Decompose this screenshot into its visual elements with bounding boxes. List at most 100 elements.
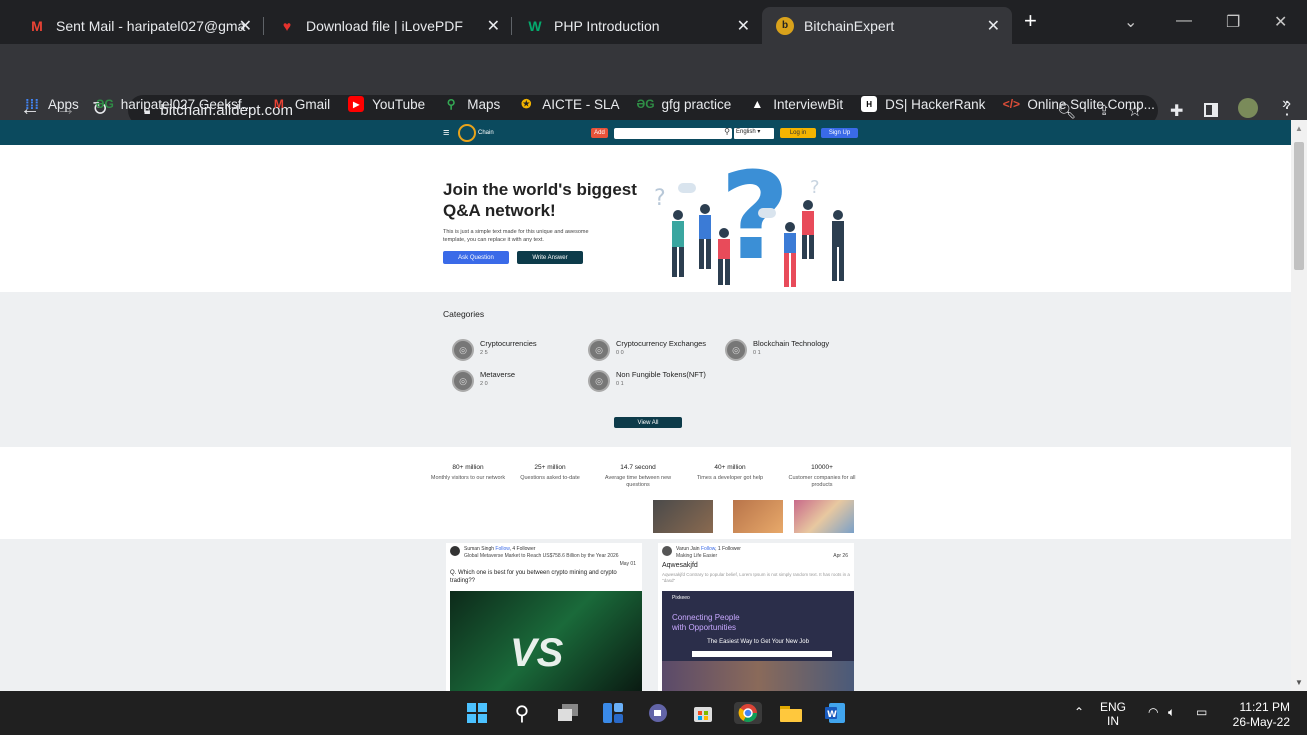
category-item[interactable]: ◎ Non Fungible Tokens(NFT) 0 1: [588, 370, 706, 392]
image-brand: Pixkeeo: [672, 595, 690, 601]
stat-item: 14.7 second Average time between new ques…: [604, 464, 672, 489]
bitchain-icon: b: [776, 16, 794, 35]
language-label: English: [736, 129, 756, 135]
widgets-icon[interactable]: [602, 702, 624, 724]
stat-item: 25+ million Questions asked to-date: [520, 464, 580, 481]
file-explorer-icon[interactable]: [780, 702, 802, 724]
bookmark-youtube[interactable]: ▶ YouTube: [348, 96, 425, 112]
tab-ilovepdf[interactable]: ♥ Download file | iLovePDF ✕: [264, 7, 512, 44]
tab-bitchain[interactable]: b BitchainExpert ✕: [762, 7, 1012, 44]
view-all-button[interactable]: View All: [614, 417, 682, 428]
post-image[interactable]: Pixkeeo Connecting People with Opportunit…: [662, 591, 854, 691]
tab-search-icon[interactable]: ⌄: [1124, 12, 1137, 32]
bookmarks-bar: ⁞⁞⁞ Apps ƏG haripatel027 Geeksf... M Gmail …: [0, 88, 1307, 120]
versus-graphic: VS: [510, 631, 564, 675]
search-input[interactable]: ⚲: [614, 127, 732, 139]
scrollbar-thumb[interactable]: [1294, 142, 1304, 270]
tab-php[interactable]: W PHP Introduction ✕: [512, 7, 762, 44]
category-item[interactable]: ◎ Blockchain Technology 0 1: [725, 339, 829, 361]
bookmark-maps[interactable]: ⚲ Maps: [443, 96, 500, 112]
browser-chrome: M Sent Mail - haripatel027@gma ✕ ♥ Downl…: [0, 0, 1307, 126]
post-date: Apr 26: [833, 553, 848, 559]
svg-text:?: ?: [720, 153, 790, 287]
post-card[interactable]: Suman Singh Follow, 4 Follower Global Me…: [446, 543, 642, 691]
store-icon[interactable]: [692, 702, 714, 724]
windows-start-icon[interactable]: [466, 702, 488, 724]
login-button[interactable]: Log in: [780, 128, 816, 138]
site-logo[interactable]: Chain: [458, 124, 494, 142]
scroll-down-icon[interactable]: ▼: [1295, 678, 1303, 687]
search-icon[interactable]: ⚲: [724, 127, 730, 136]
tab-title: PHP Introduction: [554, 17, 660, 34]
teams-chat-icon[interactable]: [647, 702, 669, 724]
logo-icon: [458, 124, 476, 142]
language-select[interactable]: English ▾: [734, 128, 774, 139]
task-view-icon[interactable]: [557, 702, 579, 724]
more-bookmarks-icon[interactable]: »: [1282, 95, 1291, 113]
window-close-icon[interactable]: ✕: [1274, 12, 1287, 32]
category-icon: ◎: [725, 339, 747, 361]
hero-illustration: ? ? ?: [654, 153, 844, 287]
promo-image[interactable]: [653, 500, 713, 533]
tray-overflow-icon[interactable]: ⌃: [1074, 705, 1084, 719]
chrome-icon[interactable]: [734, 702, 762, 724]
post-date: May 01: [619, 561, 636, 567]
bookmark-gfg[interactable]: ƏG gfg practice: [636, 96, 731, 112]
close-icon[interactable]: ✕: [239, 16, 252, 36]
ilovepdf-icon: ♥: [282, 17, 292, 34]
bookmark-label: Gmail: [294, 96, 331, 112]
close-icon[interactable]: ✕: [487, 16, 500, 36]
signup-button[interactable]: Sign Up: [821, 128, 858, 138]
scroll-up-icon[interactable]: ▲: [1295, 124, 1303, 133]
bookmark-gmail[interactable]: M Gmail: [271, 96, 330, 112]
close-icon[interactable]: ✕: [737, 16, 750, 36]
maps-icon: ⚲: [446, 97, 456, 111]
post-author-line: Varun Jain Follow, 1 Follower: [676, 546, 741, 552]
write-answer-button[interactable]: Write Answer: [517, 251, 583, 264]
category-item[interactable]: ◎ Cryptocurrencies 2 5: [452, 339, 537, 361]
ask-question-button[interactable]: Ask Question: [443, 251, 509, 264]
hamburger-icon[interactable]: ≡: [443, 127, 449, 139]
bookmark-sqlite[interactable]: </> Online Sqlite Comp...: [1003, 96, 1155, 112]
bookmark-geeks[interactable]: ƏG haripatel027 Geeksf...: [96, 96, 253, 112]
bookmark-interviewbit[interactable]: ▲ InterviewBit: [749, 96, 843, 112]
tab-title: Sent Mail - haripatel027@gma: [56, 17, 246, 34]
close-icon[interactable]: ✕: [987, 16, 1000, 36]
stat-item: 40+ million Times a developer got help: [696, 464, 764, 481]
tab-gmail[interactable]: M Sent Mail - haripatel027@gma ✕: [14, 7, 264, 44]
web-page: ≡ Chain Add ⚲ English ▾ Log in Sign Up J…: [0, 120, 1291, 691]
code-icon: </>: [1002, 97, 1021, 111]
promo-image[interactable]: [794, 500, 854, 533]
clock[interactable]: 11:21 PM 26-May-22: [1224, 700, 1290, 730]
word-icon[interactable]: W: [824, 702, 846, 724]
category-item[interactable]: ◎ Cryptocurrency Exchanges 0 0: [588, 339, 706, 361]
stat-item: 80+ million Monthly visitors to our netwo…: [430, 464, 506, 481]
bookmark-hackerrank[interactable]: H DS| HackerRank: [861, 96, 985, 112]
minimize-icon[interactable]: —: [1176, 12, 1192, 30]
battery-icon[interactable]: ▭: [1196, 705, 1207, 719]
post-author-line: Suman Singh Follow, 4 Follower: [464, 546, 536, 552]
promo-image[interactable]: [733, 500, 783, 533]
post-card[interactable]: Varun Jain Follow, 1 Follower Making Lif…: [658, 543, 854, 691]
search-icon[interactable]: ⚲: [511, 702, 533, 725]
image-search-bar: [692, 651, 832, 657]
image-photo-strip: [662, 661, 854, 691]
image-headline: Connecting People with Opportunities: [672, 613, 740, 632]
post-subtitle: Global Metaverse Market to Reach US$758.…: [464, 553, 619, 559]
volume-icon[interactable]: 🔈︎: [1168, 705, 1175, 720]
follow-link[interactable]: Follow: [495, 546, 509, 552]
post-question[interactable]: Aqwesakjfd: [662, 562, 698, 569]
add-button[interactable]: Add: [591, 128, 608, 138]
bookmark-aicte[interactable]: ✪ AICTE - SLA: [518, 96, 619, 112]
category-item[interactable]: ◎ Metaverse 2 0: [452, 370, 515, 392]
maximize-icon[interactable]: ❐: [1226, 12, 1240, 32]
page-scrollbar[interactable]: ▲ ▼: [1291, 120, 1307, 691]
bookmark-apps[interactable]: ⁞⁞⁞ Apps: [24, 96, 79, 112]
post-question[interactable]: Q. Which one is best for you between cry…: [450, 570, 630, 586]
gmail-icon: M: [31, 17, 43, 34]
post-image[interactable]: VS: [450, 591, 642, 691]
new-tab-button[interactable]: +: [1024, 8, 1037, 34]
wifi-icon[interactable]: ◠: [1148, 705, 1158, 719]
language-indicator[interactable]: ENG IN: [1100, 700, 1126, 729]
follow-link[interactable]: Follow: [701, 546, 715, 552]
